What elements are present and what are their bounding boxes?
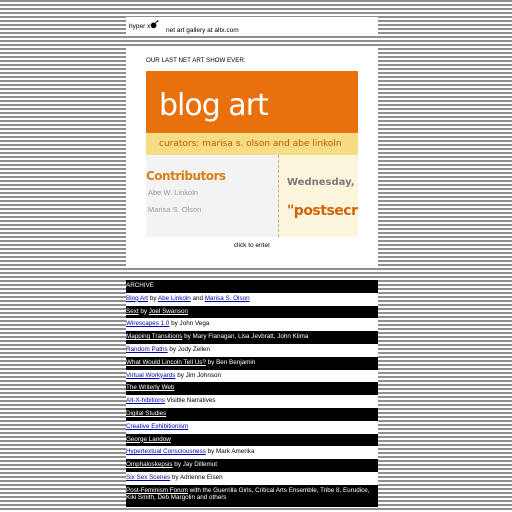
archive-link[interactable]: George Landow (126, 436, 171, 443)
banner-title-area: blog art (146, 71, 358, 133)
archive-link[interactable]: Six Sex Scenes (126, 474, 170, 481)
archive-item: Virtual Workyards by Jim Johnson (126, 369, 378, 383)
archive-text: by (148, 294, 158, 302)
blog-art-banner-link[interactable]: blog art curators: marisa s. olson and a… (146, 71, 358, 237)
artist-link[interactable]: Marisa S. Olson (205, 295, 250, 302)
archive-link[interactable]: Digital Studies (126, 410, 166, 417)
archive-item: Omphaloskepsis by Jay Dillemut (126, 459, 378, 472)
archive-link[interactable]: Hypertextual Consciousness (126, 448, 206, 455)
contributor-name: Marisa S. Olson (148, 205, 202, 214)
archive-item: Mapping Transitions by Mary Flanagan, Li… (126, 331, 378, 344)
banner-curators-strip: curators: marisa s. olson and abe linkol… (146, 133, 358, 155)
artist-link[interactable]: Joel Swanson (149, 308, 188, 315)
archive-link[interactable]: Blog Art (126, 295, 148, 302)
archive-text: by Adrienne Eisen (170, 473, 223, 481)
archive-item: The Writerly Web (126, 382, 378, 396)
artist-link[interactable]: Abe Linkoln (158, 295, 191, 302)
archive-text: by Ben Benjamin (205, 358, 256, 366)
archive-text: by John Vega (169, 320, 210, 328)
banner-post-area: Wednesday, Augu "postsecret (279, 155, 358, 237)
archive-heading: ARCHIVE (126, 280, 378, 293)
site-logo-text[interactable]: hyper x (129, 23, 150, 30)
header-bar: hyper x net art gallery at altx.com (126, 17, 378, 36)
show-label: OUR LAST NET ART SHOW EVER: (146, 57, 246, 64)
archive-text: by Jim Johnson (175, 371, 221, 379)
archive-text: by Mary Flanagan, Lisa Jevbratt, John Kl… (182, 333, 309, 341)
archive-link[interactable]: The Writerly Web (126, 384, 174, 391)
archive-item: Digital Studies (126, 407, 378, 421)
archive-item: Post-Feminism Forum with the Guerrilla G… (126, 484, 378, 507)
archive-link[interactable]: What Would Lincoln Tell Us? (126, 359, 206, 366)
archive-link[interactable]: Sext (126, 308, 139, 315)
click-to-enter-link[interactable]: click to enter (126, 242, 378, 249)
banner-curators: curators: marisa s. olson and abe linkol… (159, 139, 342, 149)
archive-list: ARCHIVE Blog Art by Abe Linkoln and Mari… (126, 280, 378, 507)
banner-contributors-area: Contributors Abe W. Linkoln Marisa S. Ol… (146, 155, 278, 237)
featured-show-panel: OUR LAST NET ART SHOW EVER: blog art cur… (126, 48, 378, 266)
archive-link[interactable]: Creative Exhibitionism (126, 423, 188, 430)
archive-item: Sext by Joel Swanson (126, 305, 378, 319)
contributors-heading: Contributors (146, 169, 226, 183)
archive-item: Hypertextual Consciousness by Mark Ameri… (126, 446, 378, 460)
archive-item: Random Paths by Jody Zellen (126, 343, 378, 357)
archive-text: by (138, 307, 149, 315)
archive-item: What Would Lincoln Tell Us? by Ben Benja… (126, 356, 378, 370)
archive-item: Blog Art by Abe Linkoln and Marisa S. Ol… (126, 292, 378, 306)
archive-link[interactable]: Virtual Workyards (126, 372, 175, 379)
archive-item: Six Sex Scenes by Adrienne Eisen (126, 471, 378, 485)
archive-link[interactable]: Omphaloskepsis (126, 461, 173, 468)
banner-title: blog art (159, 88, 269, 123)
archive-item: George Landow (126, 433, 378, 447)
archive-text: by Jody Zellen (167, 345, 211, 353)
archive-link[interactable]: Random Paths (126, 346, 168, 353)
archive-item: Alt-X-hibitions Visible Narratives (126, 395, 378, 408)
archive-text: and (190, 294, 205, 302)
site-tagline: net art gallery at altx.com (166, 27, 239, 34)
archive-link[interactable]: Alt-X-hibitions (126, 397, 165, 404)
banner-date: Wednesday, Augu (287, 177, 358, 188)
archive-text: by Mark Amerika (205, 448, 255, 456)
archive-link[interactable]: Wirescapes 1.0 (126, 320, 169, 327)
archive-text: by Jay Dillemut (172, 461, 218, 469)
banner-post-title: "postsecret (287, 203, 358, 219)
archive-link[interactable]: Post-Feminism Forum (126, 487, 188, 494)
bomb-icon (150, 20, 159, 29)
archive-item: Wirescapes 1.0 by John Vega (126, 318, 378, 332)
contributor-name: Abe W. Linkoln (148, 188, 199, 197)
archive-item: Creative Exhibitionism (126, 420, 378, 434)
archive-text: Visible Narratives (164, 397, 216, 405)
archive-link[interactable]: Mapping Transitions (126, 333, 182, 340)
